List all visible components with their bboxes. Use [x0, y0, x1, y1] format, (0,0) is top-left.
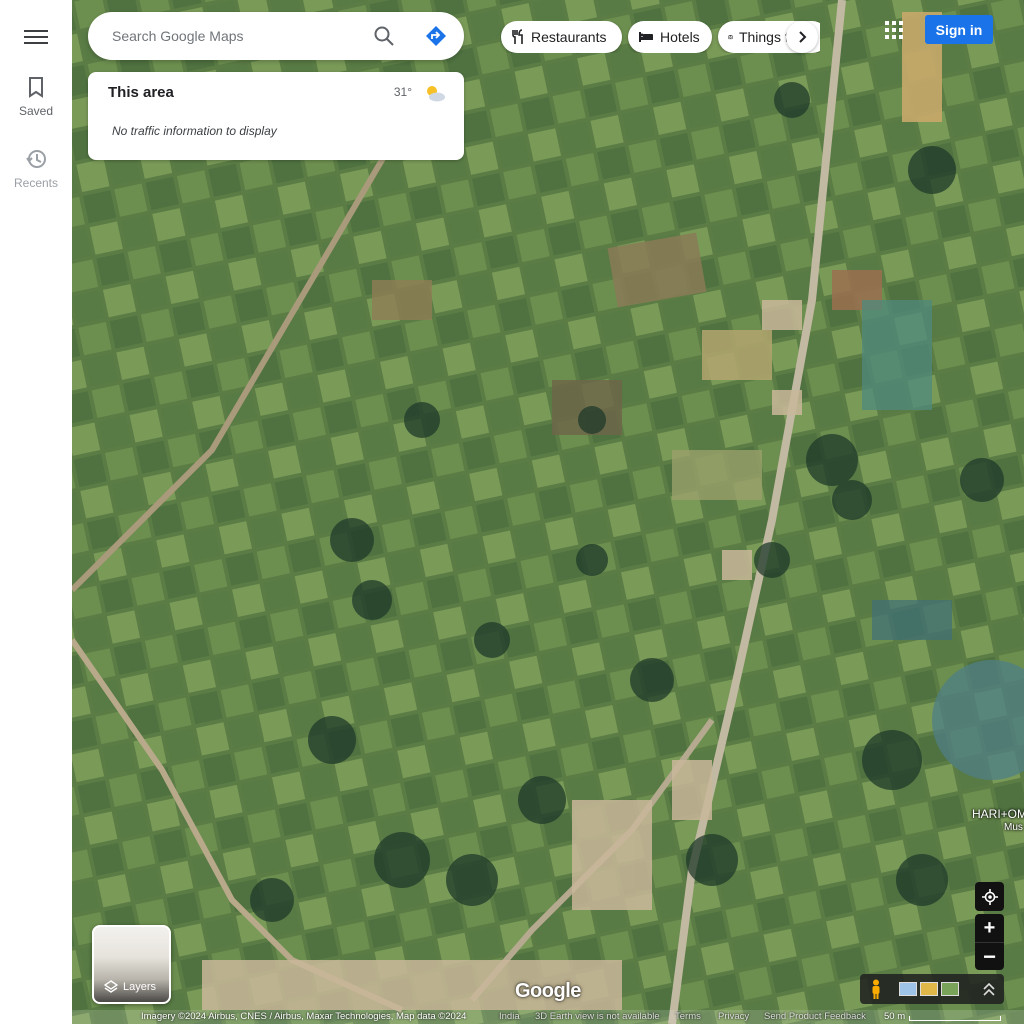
place-label[interactable]: HARI+OM: [972, 807, 1024, 821]
place-sublabel: Mus: [1004, 822, 1023, 833]
layers-button[interactable]: Layers: [92, 925, 171, 1004]
layers-label-wrap: Layers: [104, 980, 156, 994]
apps-grid-icon[interactable]: [882, 18, 906, 42]
imagery-credit: Imagery ©2024 Airbus, CNES / Airbus, Max…: [141, 1011, 467, 1022]
expand-up-icon[interactable]: [982, 981, 996, 997]
menu-icon[interactable]: [22, 26, 50, 48]
feedback-link[interactable]: Send Product Feedback: [764, 1011, 866, 1022]
traffic-note: No traffic information to display: [112, 124, 277, 138]
country-link[interactable]: India: [499, 1011, 520, 1022]
rail-item-saved-label: Saved: [18, 104, 54, 118]
terms-link[interactable]: Terms: [675, 1011, 701, 1022]
pegman-icon[interactable]: [868, 979, 884, 999]
layers-label: Layers: [123, 981, 157, 993]
search-box: [88, 12, 464, 60]
area-panel: This area 31° No traffic information to …: [88, 72, 464, 160]
google-logo: Google: [515, 980, 581, 1002]
rail-item-recents-label: Recents: [13, 176, 59, 190]
imagery-thumbnail-2[interactable]: [920, 982, 938, 996]
earth-note: 3D Earth view is not available: [535, 1011, 660, 1022]
zoom-out-button[interactable]: −: [975, 942, 1004, 970]
camera-icon: [728, 35, 733, 40]
maps-app: Saved Recents Search Google Maps This ar…: [0, 0, 1024, 1024]
search-input[interactable]: [112, 24, 362, 48]
directions-icon[interactable]: [424, 24, 448, 48]
history-icon: [26, 150, 46, 168]
temperature: 31°: [393, 85, 412, 99]
category-chips: Restaurants Hotels Things to do: [500, 21, 820, 53]
search-icon[interactable]: [372, 24, 396, 48]
scale-label[interactable]: 50 m: [884, 1011, 905, 1022]
rail-item-recents[interactable]: Recents: [0, 148, 72, 190]
bookmark-icon: [29, 77, 43, 98]
sign-in-button[interactable]: Sign in: [925, 15, 993, 44]
my-location-button[interactable]: [975, 882, 1004, 911]
street-view-bar: [860, 974, 1004, 1004]
scale-bar: [909, 1016, 1001, 1021]
my-location-icon: [981, 888, 998, 905]
imagery-thumbnail-3[interactable]: [941, 982, 959, 996]
chevron-right-icon: [799, 31, 807, 43]
chip-restaurants-label: Restaurants: [531, 29, 607, 45]
chip-hotels[interactable]: Hotels: [628, 21, 712, 53]
left-rail: Saved Recents: [0, 0, 72, 1024]
partly-cloudy-icon: [427, 86, 445, 102]
minus-icon: −: [983, 943, 996, 969]
map-footer: Imagery ©2024 Airbus, CNES / Airbus, Max…: [72, 1010, 1024, 1024]
rail-item-saved[interactable]: Saved: [0, 76, 72, 118]
privacy-link[interactable]: Privacy: [718, 1011, 749, 1022]
chips-next-button[interactable]: [786, 21, 818, 53]
zoom-in-button[interactable]: +: [975, 914, 1004, 942]
bed-icon: [639, 32, 653, 42]
chip-hotels-label: Hotels: [660, 29, 700, 45]
area-title: This area: [108, 84, 174, 101]
fork-knife-icon: [512, 29, 523, 44]
layers-icon: [104, 980, 118, 993]
plus-icon: +: [983, 916, 996, 939]
imagery-thumbnail-1[interactable]: [899, 982, 917, 996]
chip-restaurants[interactable]: Restaurants: [501, 21, 622, 53]
